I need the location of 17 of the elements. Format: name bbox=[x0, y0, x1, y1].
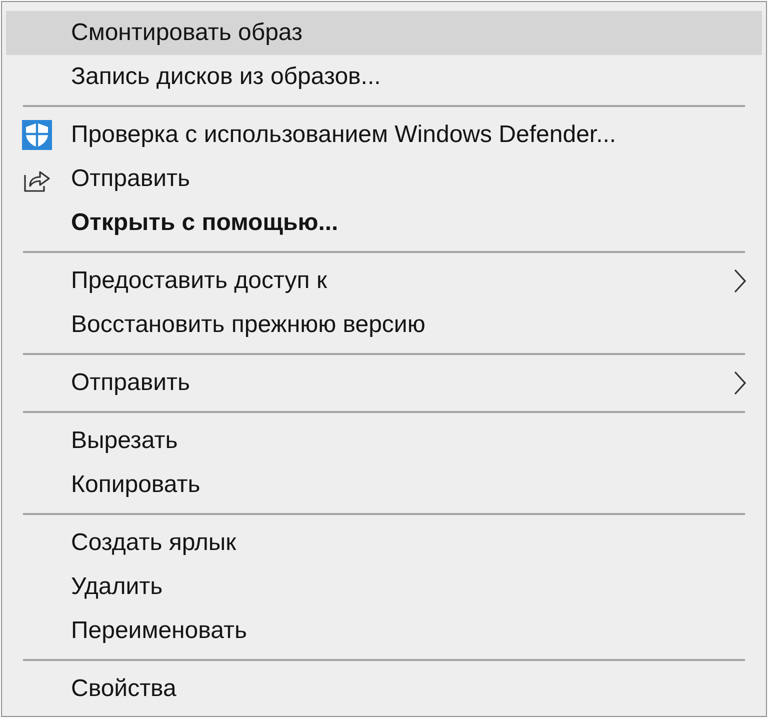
menu-item[interactable]: Свойства bbox=[6, 667, 762, 711]
menu-item[interactable]: Восстановить прежнюю версию bbox=[6, 303, 762, 347]
menu-item[interactable]: Создать ярлык bbox=[6, 521, 762, 565]
chevron-icon bbox=[734, 269, 746, 293]
menu-item[interactable]: Отправить bbox=[6, 361, 762, 405]
menu-item[interactable]: Переименовать bbox=[6, 609, 762, 653]
shield-icon bbox=[22, 120, 52, 150]
chevron-icon bbox=[734, 371, 746, 395]
menu-item[interactable]: Предоставить доступ к bbox=[6, 259, 762, 303]
menu-item[interactable]: Проверка с использованием Windows Defender... bbox=[6, 113, 762, 157]
menu-item[interactable]: Копировать bbox=[6, 463, 762, 507]
menu-item[interactable]: Отправить bbox=[6, 157, 762, 201]
menu-item[interactable]: Удалить bbox=[6, 565, 762, 609]
menu-item[interactable]: Открыть с помощью... bbox=[6, 201, 762, 245]
menu-item[interactable]: Запись дисков из образов... bbox=[6, 55, 762, 99]
menu-item[interactable]: Смонтировать образ bbox=[6, 11, 762, 55]
menu-item[interactable]: Вырезать bbox=[6, 419, 762, 463]
